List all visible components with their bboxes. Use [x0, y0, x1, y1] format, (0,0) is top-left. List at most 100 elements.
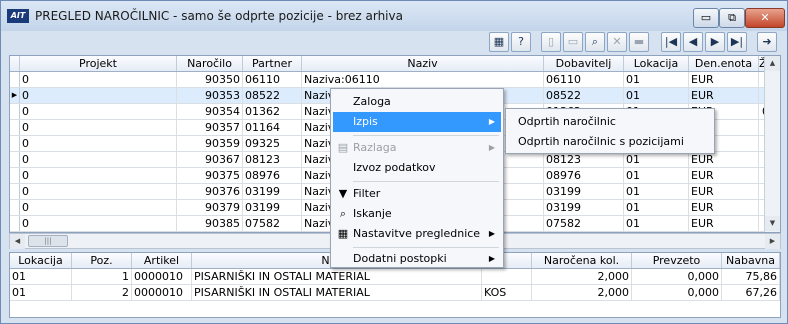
scroll-right-icon[interactable]: ▶	[765, 234, 780, 249]
column-header-projekt[interactable]: Projekt	[20, 56, 177, 71]
table-cell: 07582	[544, 216, 624, 231]
menu-item-razlaga[interactable]: ▤ Razlaga ▶	[333, 138, 501, 158]
first-record-icon[interactable]: |◀	[661, 32, 681, 52]
grid-settings-icon: ▦	[337, 227, 349, 240]
table-row[interactable]: 01 2 0000010 PISARNIŠKI IN OSTALI MATERIAL K…	[10, 285, 780, 301]
table-cell: 01	[10, 269, 72, 284]
help-topics-icon[interactable]: ▦	[489, 32, 509, 52]
column-header-narocilo[interactable]: Naročilo	[177, 56, 243, 71]
row-indicator-header	[10, 56, 20, 71]
column-header-partner[interactable]: Partner	[243, 56, 302, 71]
table-cell: 0000010	[132, 285, 192, 300]
menu-item-label: Nastavitve preglednice	[353, 227, 481, 240]
explanation-icon: ▤	[337, 141, 349, 154]
column-header-dobavitelj[interactable]: Dobavitelj	[544, 56, 624, 71]
row-indicator	[10, 184, 20, 199]
table-cell: 07582	[243, 216, 302, 231]
menu-item-filter[interactable]: ▼ Filter	[333, 184, 501, 204]
close-button[interactable]: ✕	[745, 8, 785, 28]
menu-item-izpis[interactable]: Izpis ▶	[333, 112, 501, 132]
table-cell: 67,26	[722, 285, 780, 300]
table-cell: Naziva:06110	[302, 72, 544, 87]
table-cell: 08123	[544, 152, 624, 167]
maximize-button[interactable]: ⧉	[719, 8, 745, 28]
column-header-naziv[interactable]: Naziv	[302, 56, 544, 71]
table-row[interactable]: 01 1 0000010 PISARNIŠKI IN OSTALI MATERIAL 2…	[10, 269, 780, 285]
table-cell: 01	[624, 184, 689, 199]
table-cell: 90353	[177, 88, 243, 103]
delete-icon[interactable]: ✕	[607, 32, 627, 52]
previous-record-icon[interactable]: ◀	[683, 32, 703, 52]
table-cell: 0	[20, 136, 177, 151]
table-cell: 0,000	[632, 285, 722, 300]
table-cell: 75,86	[722, 269, 780, 284]
last-record-icon[interactable]: ▶|	[727, 32, 747, 52]
menu-item-iskanje[interactable]: ⌕ Iskanje	[333, 204, 501, 224]
menu-separator	[353, 181, 499, 182]
submenu-item-odprtih-narocilnic-s-pozicijami[interactable]: Odprtih naročilnic s pozicijami	[508, 132, 712, 152]
table-cell: 08976	[243, 168, 302, 183]
positions-table-body: 01 1 0000010 PISARNIŠKI IN OSTALI MATERIAL 2…	[10, 269, 780, 301]
table-cell: 0	[20, 168, 177, 183]
table-cell: EUR	[689, 184, 759, 199]
row-indicator	[10, 168, 20, 183]
table-cell: KOS	[482, 285, 532, 300]
row-indicator	[10, 200, 20, 215]
table-cell: 90350	[177, 72, 243, 87]
table-cell: EUR	[689, 88, 759, 103]
table-cell: EUR	[689, 152, 759, 167]
menu-item-dodatni-postopki[interactable]: Dodatni postopki ▶	[333, 249, 501, 269]
table-cell: EUR	[689, 168, 759, 183]
column-header-artikel[interactable]: Artikel	[132, 253, 192, 268]
menu-item-nastavitve-preglednice[interactable]: ▦ Nastavitve preglednice ▶	[333, 224, 501, 244]
table-cell: 08976	[544, 168, 624, 183]
table-cell: 06110	[544, 72, 624, 87]
table-cell: 2	[72, 285, 132, 300]
table-cell: 90379	[177, 200, 243, 215]
orders-vertical-scrollbar[interactable]: ▲ ▼	[764, 56, 780, 232]
table-cell: 0	[20, 152, 177, 167]
column-header-prevzeto[interactable]: Prevzeto	[632, 253, 722, 268]
scroll-left-icon[interactable]: ◀	[10, 234, 25, 249]
menu-item-label: Filter	[353, 187, 381, 200]
scroll-down-icon[interactable]: ▼	[765, 216, 780, 231]
row-indicator	[10, 152, 20, 167]
filter-icon: ▼	[338, 187, 348, 200]
table-cell: 08123	[243, 152, 302, 167]
column-header-narocena-kol[interactable]: Naročena kol.	[532, 253, 632, 268]
column-header-lokacija-pos[interactable]: Lokacija	[10, 253, 72, 268]
table-row[interactable]: 0 90350 06110 Naziva:06110 06110 01 EUR	[10, 72, 780, 88]
new-document-icon[interactable]: ▯	[541, 32, 561, 52]
search-icon[interactable]: ⌕	[585, 32, 605, 52]
column-header-den-enota[interactable]: Den.enota	[689, 56, 759, 71]
scroll-thumb[interactable]: |||	[28, 235, 68, 247]
next-record-icon[interactable]: ▶	[705, 32, 725, 52]
scroll-up-icon[interactable]: ▲	[765, 56, 780, 71]
submenu-item-odprtih-narocilnic[interactable]: Odprtih naročilnic	[508, 112, 712, 132]
app-logo: AIT	[7, 9, 29, 23]
column-header-poz[interactable]: Poz.	[72, 253, 132, 268]
context-menu: Zaloga Izpis ▶ ▤ Razlaga ▶ Izvoz podatko…	[330, 88, 504, 268]
minimize-button[interactable]: ▭	[693, 8, 719, 28]
menu-item-label: Iskanje	[353, 207, 392, 220]
print-icon[interactable]: ▬	[629, 32, 649, 52]
column-header-nabavna[interactable]: Nabavna	[722, 253, 780, 268]
menu-separator	[353, 247, 499, 248]
table-cell: 1	[72, 269, 132, 284]
help-icon[interactable]: ?	[511, 32, 531, 52]
open-folder-icon[interactable]: ▭	[563, 32, 583, 52]
table-cell: 01164	[243, 120, 302, 135]
row-indicator	[10, 72, 20, 87]
exit-icon[interactable]: ➜	[757, 32, 777, 52]
table-cell: PISARNIŠKI IN OSTALI MATERIAL	[192, 269, 482, 284]
menu-item-zaloga[interactable]: Zaloga	[333, 92, 501, 112]
menu-item-izvoz-podatkov[interactable]: Izvoz podatkov	[333, 158, 501, 178]
table-cell: EUR	[689, 72, 759, 87]
table-cell: 2,000	[532, 285, 632, 300]
table-cell: 0	[20, 88, 177, 103]
column-header-lokacija[interactable]: Lokacija	[624, 56, 689, 71]
izpis-submenu: Odprtih naročilnic Odprtih naročilnic s …	[505, 108, 715, 154]
table-cell: 01	[624, 216, 689, 231]
row-indicator	[10, 104, 20, 119]
row-indicator	[10, 216, 20, 231]
